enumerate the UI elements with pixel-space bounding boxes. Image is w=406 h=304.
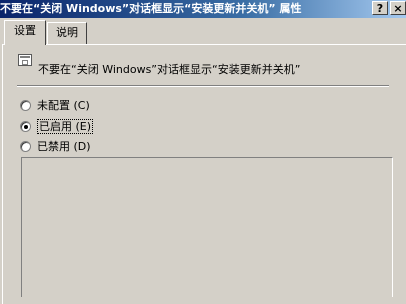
settings-panel	[2, 44, 406, 304]
window-title: 不要在“关闭 Windows”对话框显示“安装更新并关机” 属性	[0, 2, 302, 15]
tab-settings[interactable]: 设置	[4, 20, 46, 45]
tab-settings-label: 设置	[14, 24, 36, 37]
tab-explain-label: 说明	[56, 26, 78, 39]
title-bar: 不要在“关闭 Windows”对话框显示“安装更新并关机” 属性 ? ×	[0, 0, 406, 18]
close-button[interactable]: ×	[390, 1, 406, 15]
help-button[interactable]: ?	[372, 1, 388, 15]
tab-explain[interactable]: 说明	[47, 22, 87, 44]
